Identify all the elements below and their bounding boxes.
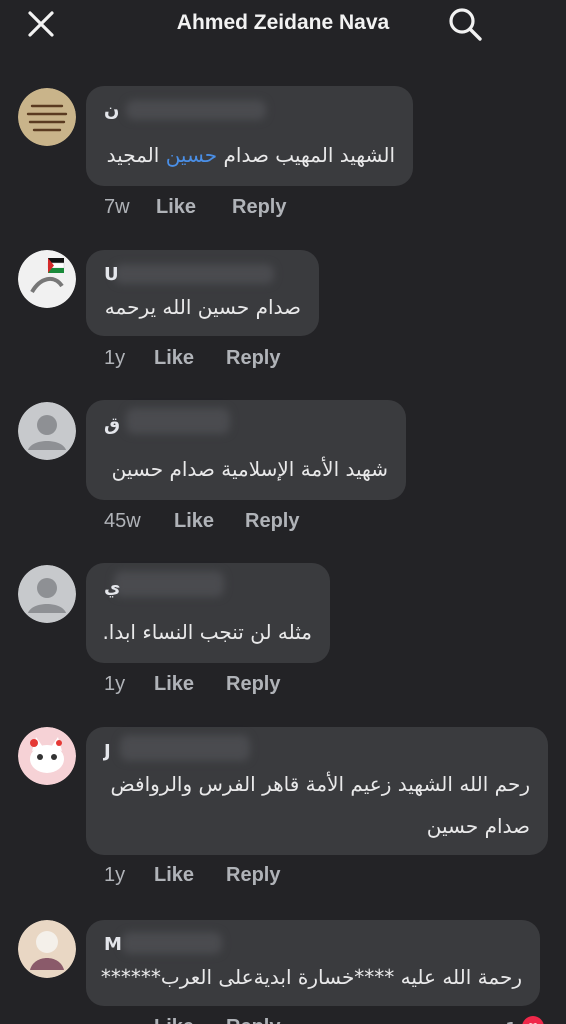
comment-author[interactable]: U (104, 264, 119, 288)
comment-timestamp: 1y (104, 864, 126, 886)
love-reaction-icon (522, 1016, 544, 1024)
avatar[interactable] (18, 250, 76, 308)
reply-button[interactable]: Reply (226, 673, 280, 696)
search-icon[interactable] (446, 5, 484, 43)
comment-author[interactable]: ن (104, 100, 119, 124)
avatar[interactable] (18, 565, 76, 623)
avatar[interactable] (18, 920, 76, 978)
reaction-count-label: 1 (505, 1018, 518, 1024)
comment-actions: 45w Like Reply (104, 510, 299, 533)
comment-timestamp: 1y (104, 347, 126, 369)
reply-button[interactable]: Reply (232, 196, 286, 219)
comment-author[interactable]: J (104, 741, 111, 765)
comment-bubble[interactable]: J رحم الله الشهيد زعيم الأمة قاهر الفرس … (86, 727, 548, 855)
like-button[interactable]: Like (174, 510, 245, 533)
comment-author[interactable]: M (104, 934, 122, 958)
comment-bubble[interactable]: ق شهيد الأمة الإسلامية صدام حسين (86, 400, 406, 500)
like-button[interactable]: Like (154, 864, 226, 887)
comment-timestamp: 1y (104, 673, 126, 695)
comment-bubble[interactable]: U صدام حسين الله يرحمه (86, 250, 319, 336)
comment-timestamp: 7w (104, 196, 130, 218)
avatar[interactable] (18, 402, 76, 460)
comment-bubble[interactable]: M رحمة الله عليه ****خسارة ابديةعلى العر… (86, 920, 540, 1006)
comment-timestamp: 45w (104, 510, 141, 532)
comment-bubble[interactable]: ن الشهيد المهيب صدام حسين المجيد (86, 86, 413, 186)
comment-author[interactable]: ق (104, 414, 120, 438)
comment-actions: 1y Like Reply (104, 673, 280, 696)
comment-text: صدام حسين الله يرحمه (104, 295, 301, 319)
top-bar: Ahmed Zeidane Nava (0, 0, 566, 46)
comment-text: مثله لن تنجب النساء ابدا. (102, 620, 312, 644)
reply-button[interactable]: Reply (226, 864, 280, 887)
mention-link[interactable]: حسين (166, 143, 217, 167)
like-button[interactable]: Like (156, 196, 232, 219)
like-button[interactable]: Like (154, 673, 226, 696)
comment-text: الشهيد المهيب صدام حسين المجيد (107, 134, 395, 176)
reaction-count[interactable]: 1 (505, 1016, 544, 1024)
comment-author[interactable]: ي (104, 577, 121, 601)
comment-text: رحمة الله عليه ****خسارة ابديةعلى العرب*… (100, 965, 522, 989)
comment-text-part: المجيد (106, 143, 166, 167)
like-button[interactable]: Like (154, 1016, 226, 1024)
avatar[interactable] (18, 727, 76, 785)
like-button[interactable]: Like (154, 347, 226, 370)
comment-text: شهيد الأمة الإسلامية صدام حسين (111, 457, 388, 481)
comment-text-line: رحم الله الشهيد زعيم الأمة قاهر الفرس وا… (110, 772, 530, 796)
comment-text-part: الشهيد المهيب صدام (217, 143, 396, 167)
reply-button[interactable]: Reply (245, 510, 299, 533)
comment-bubble[interactable]: ي مثله لن تنجب النساء ابدا. (86, 563, 330, 663)
reply-button[interactable]: Reply (226, 1016, 280, 1024)
avatar[interactable] (18, 88, 76, 146)
comment-timestamp (104, 1016, 154, 1024)
reply-button[interactable]: Reply (226, 347, 280, 370)
comment-actions: 7w Like Reply (104, 196, 286, 219)
comment-text-line: صدام حسين (426, 814, 530, 838)
comment-actions: Like Reply (104, 1016, 280, 1024)
comment-actions: 1y Like Reply (104, 347, 280, 370)
comment-actions: 1y Like Reply (104, 864, 280, 887)
